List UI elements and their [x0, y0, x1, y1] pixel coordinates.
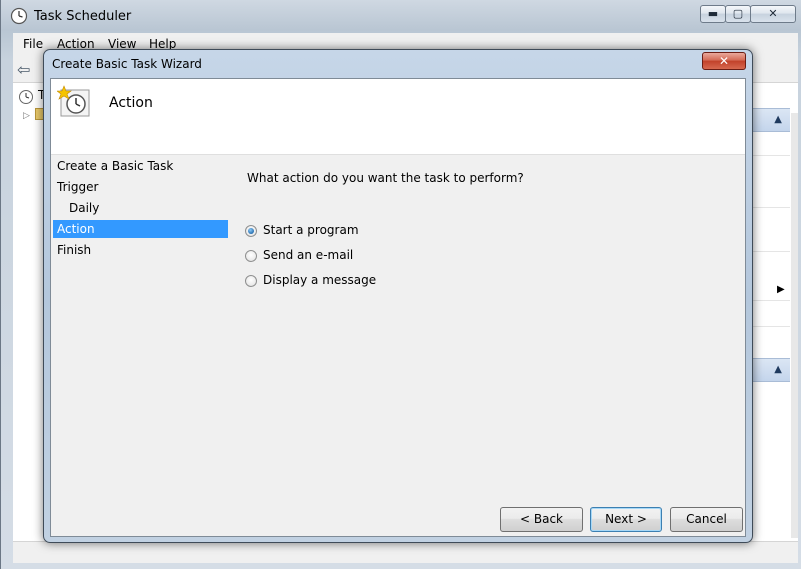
minimize-button[interactable]: ▬ — [700, 5, 726, 23]
scrollbar[interactable] — [791, 113, 798, 538]
submenu-arrow-icon[interactable]: ▶ — [777, 284, 785, 295]
status-bar — [13, 541, 798, 563]
collapse-up-icon[interactable]: ▲ — [774, 364, 782, 375]
create-basic-task-wizard: Create Basic Task Wizard ✕ Action Create… — [43, 49, 753, 543]
wizard-title: Create Basic Task Wizard — [52, 57, 202, 71]
task-clock-icon — [57, 85, 90, 117]
step-finish: Finish — [57, 243, 92, 257]
radio-label[interactable]: Start a program — [263, 223, 359, 237]
step-action: Action — [53, 220, 228, 238]
tree-expand-icon[interactable]: ▷ — [23, 111, 30, 121]
back-arrow-icon[interactable]: ⇦ — [17, 60, 30, 79]
page-title: Action — [109, 95, 153, 111]
action-question: What action do you want the task to perf… — [247, 171, 524, 185]
step-daily: Daily — [69, 201, 100, 215]
divider — [751, 207, 790, 208]
wizard-client-area: Action Create a Basic Task Trigger Daily… — [50, 78, 746, 537]
radio-label[interactable]: Display a message — [263, 273, 376, 287]
selected-item-panel-header[interactable]: ▲ — [751, 358, 790, 382]
wizard-header: Action — [51, 79, 745, 155]
outer-titlebar[interactable]: Task Scheduler ▬ ▢ ✕ — [1, 0, 801, 32]
clock-icon — [19, 90, 33, 104]
radio-display-message[interactable] — [245, 275, 257, 287]
menu-file[interactable]: File — [23, 37, 43, 51]
maximize-button[interactable]: ▢ — [725, 5, 751, 23]
outer-window-title: Task Scheduler — [34, 9, 132, 24]
divider — [751, 326, 790, 327]
cancel-button[interactable]: Cancel — [670, 507, 743, 532]
radio-label[interactable]: Send an e-mail — [263, 248, 353, 262]
divider — [751, 251, 790, 252]
actions-panel-header[interactable]: ▲ — [751, 108, 790, 132]
radio-start-program[interactable] — [245, 225, 257, 237]
back-button[interactable]: < Back — [500, 507, 583, 532]
step-trigger: Trigger — [57, 180, 99, 194]
collapse-up-icon[interactable]: ▲ — [774, 114, 782, 125]
radio-send-email[interactable] — [245, 250, 257, 262]
step-create-basic-task: Create a Basic Task — [57, 159, 174, 173]
task-scheduler-app-icon — [10, 7, 28, 25]
divider — [751, 300, 790, 301]
next-button[interactable]: Next > — [590, 507, 662, 532]
outer-close-button[interactable]: ✕ — [750, 5, 796, 23]
wizard-close-button[interactable]: ✕ — [702, 52, 746, 70]
divider — [751, 155, 790, 156]
